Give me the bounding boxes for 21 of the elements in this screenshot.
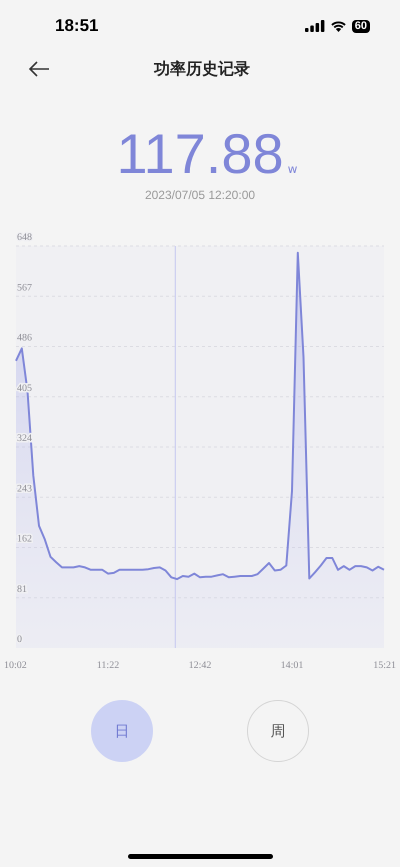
y-axis-label: 81: [17, 584, 27, 595]
clock-time: 18:51: [55, 16, 98, 36]
y-axis-label: 0: [17, 634, 22, 645]
period-button[interactable]: 周: [247, 700, 309, 762]
y-axis-label: 567: [17, 282, 32, 294]
x-axis-label: 11:22: [96, 660, 120, 670]
y-axis-label: 486: [17, 332, 32, 344]
power-value: 117.88: [116, 124, 284, 184]
x-axis-label: 12:42: [188, 660, 212, 670]
y-axis-label: 648: [17, 232, 32, 243]
battery-icon: 60: [352, 20, 370, 32]
x-axis-label: 10:02: [4, 660, 27, 670]
timestamp: 2023/07/05 12:20:00: [144, 188, 256, 202]
power-unit: w: [288, 162, 298, 176]
y-axis-label: 162: [17, 534, 32, 544]
wifi-icon: [330, 20, 347, 32]
y-axis-label: 243: [17, 483, 32, 494]
x-axis-label: 14:01: [280, 660, 304, 670]
page-title: 功率历史记录: [154, 58, 250, 80]
x-axis-label: 15:21: [373, 660, 396, 670]
signal-icon: [304, 20, 325, 32]
